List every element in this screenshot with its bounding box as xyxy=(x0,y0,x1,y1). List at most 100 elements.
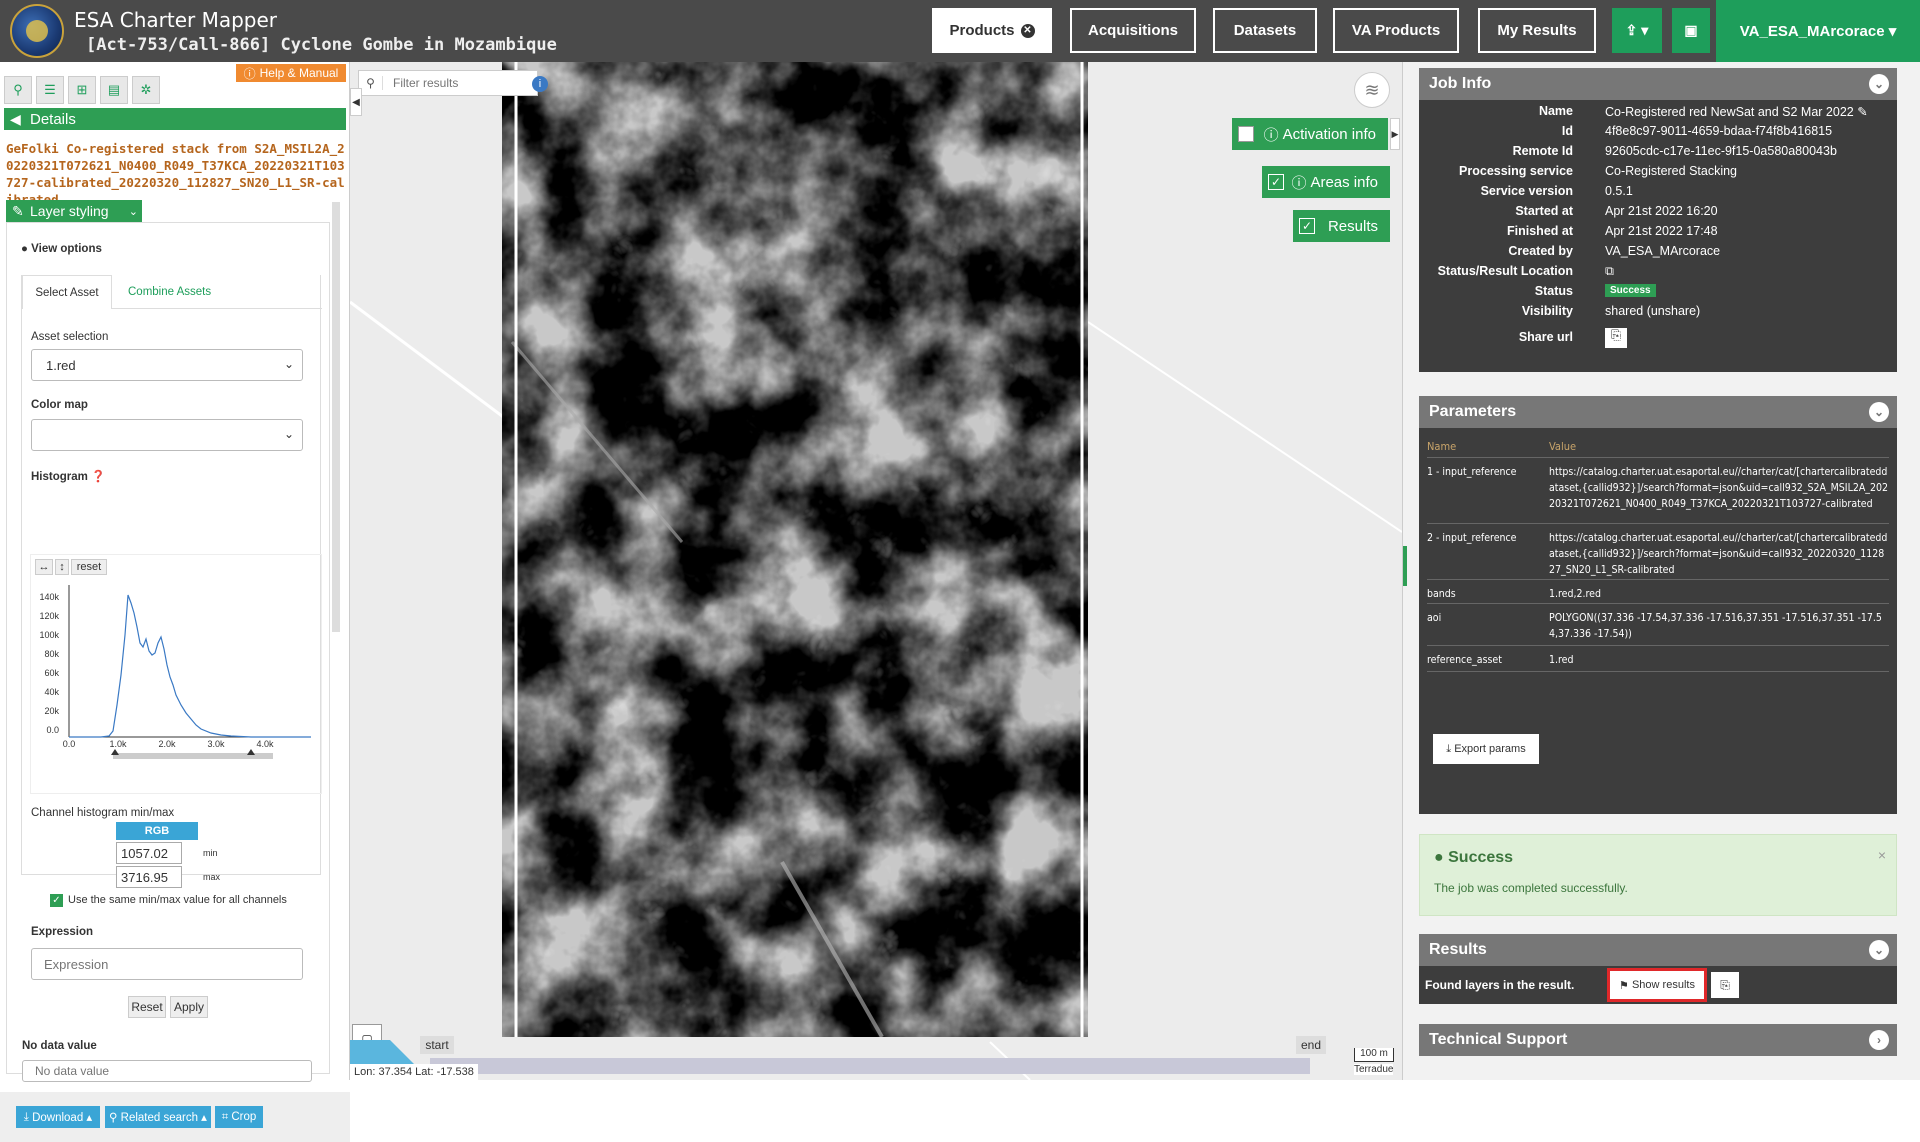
left-panel: ⚲ ☰ ⊞ ▤ ✲ ⓘ Help & Manual ◀ Details GeFo… xyxy=(0,62,350,1142)
filter-results[interactable]: ⚲ xyxy=(358,70,538,96)
details-bar[interactable]: ◀ Details xyxy=(4,108,346,130)
chevron-down-icon[interactable]: ⌄ xyxy=(1869,402,1889,422)
help-icon[interactable]: ❓ xyxy=(91,471,105,483)
parameter-value: https://catalog.charter.uat.esaportal.eu… xyxy=(1549,466,1889,510)
parameter-row: 2 - input_reference https://catalog.chart… xyxy=(1427,526,1889,580)
download-button[interactable]: ⤓ Download ▴ xyxy=(16,1106,100,1128)
nav-datasets[interactable]: Datasets xyxy=(1213,8,1317,53)
esa-charter-logo[interactable] xyxy=(10,4,64,58)
results-label: Results xyxy=(1327,217,1378,235)
parameters-header-row: Name Value xyxy=(1427,434,1889,458)
apply-button[interactable]: Apply xyxy=(170,996,208,1018)
asset-selection-select[interactable]: 1.red ⌄ xyxy=(31,349,303,381)
layers-icon[interactable]: ≋ xyxy=(1354,72,1390,108)
close-icon[interactable]: × xyxy=(1878,847,1886,863)
parameter-row: aoi POLYGON((37.336 -17.54,37.336 -17.516… xyxy=(1427,606,1889,646)
job-info-value[interactable]: shared (unshare) xyxy=(1605,304,1700,318)
expand-right-icon[interactable]: ▶ xyxy=(1390,118,1400,150)
archive-icon[interactable]: ▤ xyxy=(100,76,128,104)
activation-info-button[interactable]: ⓘ Activation info xyxy=(1232,118,1388,150)
parameter-name: 2 - input_reference xyxy=(1427,532,1517,544)
map-view[interactable]: ⚲ i ◀ ≋ ⓘ Activation info ▶ ✓ ⓘ Areas in… xyxy=(350,62,1402,1080)
job-info-key: Status xyxy=(1534,284,1573,298)
map-marker-icon: ⚑ xyxy=(1619,979,1632,992)
histogram-chart[interactable]: ↔ ↕ reset 140k 120k 100k 80k 60k 40k 20k… xyxy=(30,554,322,794)
areas-info-checkbox[interactable]: ✓ xyxy=(1268,174,1284,190)
panel-scrollbar[interactable] xyxy=(332,202,340,632)
job-info-value[interactable]: Co-Registered red NewSat and S2 Mar 2022… xyxy=(1605,104,1868,119)
back-chevron-icon[interactable]: ◀ xyxy=(10,111,21,128)
results-layer-button[interactable]: ✓ Results xyxy=(1293,210,1390,242)
x-tick: 2.0k xyxy=(158,739,176,749)
results-header[interactable]: Results ⌄ xyxy=(1419,934,1897,966)
gear-icon[interactable]: ✲ xyxy=(132,76,160,104)
job-info-value: 0.5.1 xyxy=(1605,184,1633,198)
layer-styling-label: Layer styling xyxy=(30,203,109,219)
export-params-button[interactable]: ⤓ Export params xyxy=(1433,734,1539,764)
timeline-end: end xyxy=(1296,1036,1326,1054)
activation-info-checkbox[interactable] xyxy=(1238,126,1254,142)
tab-select-asset[interactable]: Select Asset xyxy=(22,275,112,309)
show-results-button[interactable]: ⚑ Show results xyxy=(1607,968,1707,1002)
job-info-row: Created by VA_ESA_MArcorace xyxy=(1419,244,1897,262)
job-info-value[interactable]: ⧉ xyxy=(1605,264,1614,279)
job-info-value: Co-Registered Stacking xyxy=(1605,164,1738,178)
job-info-key: Share url xyxy=(1518,330,1573,344)
results-checkbox[interactable]: ✓ xyxy=(1299,218,1315,234)
color-map-select[interactable]: ⌄ xyxy=(31,419,303,451)
basket-icon[interactable]: ⊞ xyxy=(68,76,96,104)
nav-products[interactable]: Products ✕ xyxy=(932,8,1052,53)
list-icon[interactable]: ☰ xyxy=(36,76,64,104)
timeline[interactable]: start end xyxy=(420,1036,1326,1074)
parameters-title: Parameters xyxy=(1429,403,1517,420)
chevron-down-icon[interactable]: ⌄ xyxy=(1869,74,1889,94)
nav-va-products[interactable]: VA Products xyxy=(1333,8,1459,53)
crop-button[interactable]: ⌗ Crop xyxy=(215,1106,263,1128)
min-input[interactable]: 1057.02 xyxy=(116,842,182,864)
chevron-down-icon: ⌄ xyxy=(283,357,294,371)
search-icon: ⚲ xyxy=(109,1112,121,1124)
same-minmax-checkbox[interactable]: ✓ xyxy=(50,894,63,907)
related-search-button[interactable]: ⚲ Related search ▴ xyxy=(105,1106,211,1128)
close-icon[interactable]: ✕ xyxy=(1020,23,1035,38)
chevron-right-icon[interactable]: › xyxy=(1869,1030,1889,1050)
max-input[interactable]: 3716.95 xyxy=(116,866,182,888)
search-icon[interactable]: ⚲ xyxy=(4,76,32,104)
results-title: Results xyxy=(1429,941,1487,958)
expression-input[interactable] xyxy=(31,948,303,980)
copy-icon[interactable]: ⎘ xyxy=(1711,972,1739,998)
timeline-track[interactable] xyxy=(430,1058,1310,1074)
nav-my-results[interactable]: My Results xyxy=(1478,8,1596,53)
job-info-body: Name Co-Registered red NewSat and S2 Mar … xyxy=(1419,100,1897,372)
success-alert: ● Success The job was completed successf… xyxy=(1419,834,1897,916)
help-manual-button[interactable]: ⓘ Help & Manual xyxy=(236,64,346,82)
job-info-value: Success xyxy=(1605,284,1656,297)
nav-acquisitions[interactable]: Acquisitions xyxy=(1070,8,1196,53)
rgb-badge[interactable]: RGB xyxy=(116,822,198,840)
upload-icon[interactable]: ⇪ ▾ xyxy=(1612,8,1662,53)
y-tick: 80k xyxy=(44,649,59,659)
technical-support-header[interactable]: Technical Support › xyxy=(1419,1024,1897,1056)
briefcase-icon[interactable]: ▣ xyxy=(1672,8,1710,53)
parameters-header[interactable]: Parameters ⌄ xyxy=(1419,396,1897,428)
job-info-row: Status/Result Location ⧉ xyxy=(1419,264,1897,282)
reset-button[interactable]: Reset xyxy=(128,996,166,1018)
layer-styling-header[interactable]: ✎ Layer styling ⌄ xyxy=(6,200,142,222)
y-tick: 120k xyxy=(39,611,59,621)
filter-results-input[interactable] xyxy=(393,76,523,90)
chevron-down-icon[interactable]: ⌄ xyxy=(1869,940,1889,960)
user-menu[interactable]: VA_ESA_MArcorace ▾ xyxy=(1716,0,1920,62)
success-title-text: Success xyxy=(1448,849,1514,866)
job-info-header[interactable]: Job Info ⌄ xyxy=(1419,68,1897,100)
panel-resizer[interactable] xyxy=(1403,546,1407,586)
collapse-left-panel-icon[interactable]: ◀ xyxy=(350,88,362,116)
nodata-input[interactable] xyxy=(22,1060,312,1082)
areas-info-button[interactable]: ✓ ⓘ Areas info xyxy=(1262,166,1390,198)
tab-combine-assets[interactable]: Combine Assets xyxy=(112,275,322,309)
parameters-body: Name Value 1 - input_reference https://ca… xyxy=(1419,428,1897,814)
app-title: ESA Charter Mapper xyxy=(74,8,278,32)
view-options-label[interactable]: ● View options xyxy=(21,243,102,255)
info-icon[interactable]: i xyxy=(532,76,548,92)
job-info-value[interactable]: ⎘ xyxy=(1605,328,1627,348)
activation-info-label: Activation info xyxy=(1282,125,1376,143)
